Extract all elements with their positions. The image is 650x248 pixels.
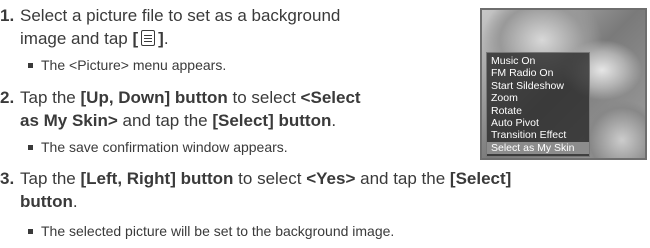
step-number: 3. [0, 169, 15, 188]
step-text: Tap the [Left, Right] button to select <… [20, 169, 512, 188]
bullet-icon [28, 62, 33, 68]
menu-icon [141, 30, 156, 46]
device-screen-illustration: Music On FM Radio On Start Sildeshow Zoo… [480, 8, 647, 160]
menu-item-auto-pivot: Auto Pivot [491, 117, 539, 130]
menu-item-transition-effect: Transition Effect [491, 129, 567, 142]
bullet-icon [28, 228, 33, 234]
step-2-note: The save confirmation window appears. [28, 138, 288, 156]
menu-item-fm-radio-on: FM Radio On [491, 67, 554, 80]
picture-menu: Music On FM Radio On Start Sildeshow Zoo… [486, 52, 590, 158]
step-text: Tap the [Up, Down] button to select <Sel… [20, 88, 361, 107]
step-text-line2: as My Skin> and tap the [Select] button. [20, 111, 337, 130]
menu-item-rotate: Rotate [491, 104, 522, 117]
menu-item-zoom: Zoom [491, 92, 518, 105]
menu-item-start-slideshow: Start Sildeshow [491, 79, 564, 92]
step-text-line2: image and tap []. [20, 29, 169, 48]
step-3-note: The selected picture will be set to the … [28, 222, 394, 240]
step-text: Select a picture file to set as a backgr… [20, 6, 341, 25]
step-1-note: The <Picture> menu appears. [28, 56, 226, 74]
step-text-line2: button. [20, 192, 78, 211]
step-number: 2. [0, 88, 15, 107]
menu-item-select-as-my-skin: Select as My Skin [487, 141, 589, 155]
menu-item-music-on: Music On [491, 55, 536, 67]
bullet-icon [28, 144, 33, 150]
step-number: 1. [0, 6, 15, 25]
